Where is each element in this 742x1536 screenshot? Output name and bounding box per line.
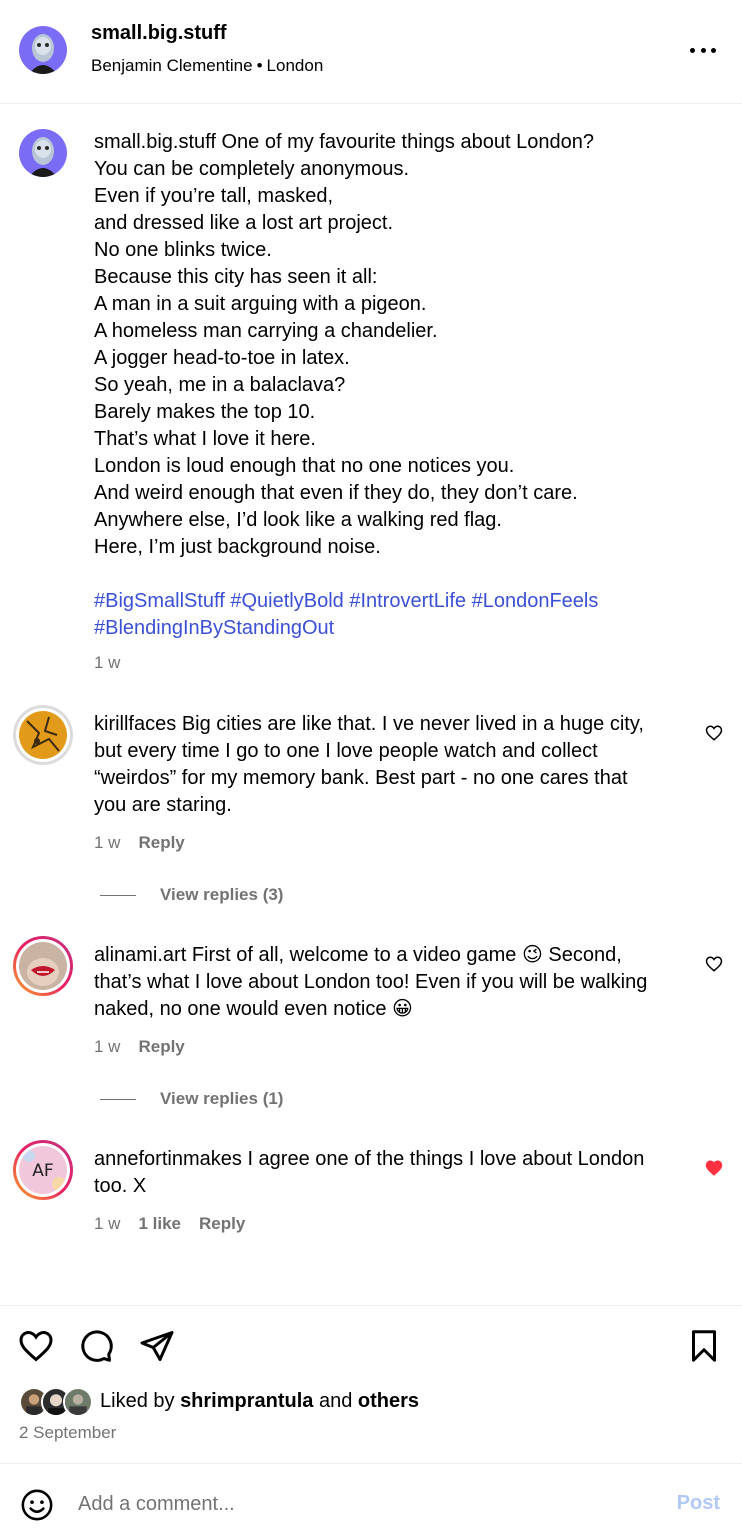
liker-avatar <box>63 1387 93 1417</box>
reply-button[interactable]: Reply <box>199 1214 245 1234</box>
comment-username[interactable]: annefortinmakes <box>94 1148 242 1170</box>
like-comment-icon[interactable] <box>705 955 723 973</box>
commenter-avatar[interactable] <box>13 936 73 996</box>
comment-text: alinami.art First of all, welcome to a v… <box>94 942 674 1023</box>
caption-time: 1 w <box>94 653 121 672</box>
post-date[interactable]: 2 September <box>19 1423 116 1443</box>
caption-meta: 1 w <box>94 653 120 673</box>
liked-by-and: and <box>318 1390 353 1412</box>
view-replies-label: View replies (3) <box>160 885 284 904</box>
comment-body: Big cities are like that. I ve never liv… <box>94 713 644 816</box>
comment-icon[interactable] <box>78 1328 114 1364</box>
artist-name[interactable]: Benjamin Clementine <box>91 56 253 75</box>
post-header: small.big.stuff Benjamin Clementine • Lond… <box>0 0 742 104</box>
comment-username[interactable]: kirillfaces <box>94 713 176 735</box>
comment-time: 1 w <box>94 833 121 852</box>
caption-username[interactable]: small.big.stuff <box>94 131 216 153</box>
heart-icon[interactable] <box>18 1328 54 1364</box>
commenter-avatar[interactable] <box>13 705 73 765</box>
reply-button[interactable]: Reply <box>138 833 184 853</box>
divider <box>100 894 136 896</box>
caption-avatar[interactable] <box>19 129 67 177</box>
location-link[interactable]: London <box>267 56 324 75</box>
like-comment-icon[interactable] <box>705 724 723 742</box>
more-options-icon[interactable] <box>690 40 716 60</box>
liked-by-text: Liked by shrimprantula and others <box>100 1390 419 1413</box>
post-actions: Liked by shrimprantula and others 2 Sept… <box>0 1305 742 1463</box>
comment-text: kirillfaces Big cities are like that. I … <box>94 711 664 819</box>
comment-meta: 1 w Reply <box>94 833 185 853</box>
view-replies-button[interactable]: View replies (1) <box>100 1089 283 1109</box>
comment-meta: 1 w Reply <box>94 1037 185 1057</box>
caption-body: One of my favourite things about London?… <box>94 131 594 558</box>
comment-meta: 1 w 1 like Reply <box>94 1214 245 1234</box>
svg-text:AF: AF <box>32 1161 53 1181</box>
commenter-avatar[interactable]: AF <box>13 1140 73 1200</box>
view-replies-button[interactable]: View replies (3) <box>100 885 283 905</box>
comment-username[interactable]: alinami.art <box>94 944 186 966</box>
liked-by-user-link[interactable]: shrimprantula <box>180 1390 313 1412</box>
reply-button[interactable]: Reply <box>138 1037 184 1057</box>
divider <box>100 1098 136 1100</box>
caption-text: small.big.stuff One of my favourite thin… <box>94 129 684 561</box>
comment-time: 1 w <box>94 1214 121 1233</box>
comment-composer: Post <box>0 1463 742 1536</box>
liked-by-avatars[interactable] <box>19 1387 95 1417</box>
author-avatar[interactable] <box>19 26 67 74</box>
liked-by-prefix: Liked by <box>100 1390 175 1412</box>
separator-dot: • <box>256 56 263 75</box>
comment-likes[interactable]: 1 like <box>138 1214 181 1234</box>
comment-time: 1 w <box>94 1037 121 1056</box>
liked-comment-heart-icon[interactable] <box>705 1159 723 1177</box>
view-replies-label: View replies (1) <box>160 1089 284 1108</box>
post-subline: Benjamin Clementine • London <box>91 56 323 76</box>
emoji-icon[interactable] <box>20 1488 54 1522</box>
share-icon[interactable] <box>139 1328 175 1364</box>
liked-by-others-link[interactable]: others <box>358 1390 419 1412</box>
comment-text: annefortinmakes I agree one of the thing… <box>94 1146 674 1200</box>
bookmark-icon[interactable] <box>686 1328 722 1364</box>
comment-input[interactable] <box>78 1484 638 1524</box>
author-username[interactable]: small.big.stuff <box>91 22 227 45</box>
post-button[interactable]: Post <box>677 1492 720 1515</box>
caption-hashtags[interactable]: #BigSmallStuff #QuietlyBold #IntrovertLi… <box>94 588 694 642</box>
